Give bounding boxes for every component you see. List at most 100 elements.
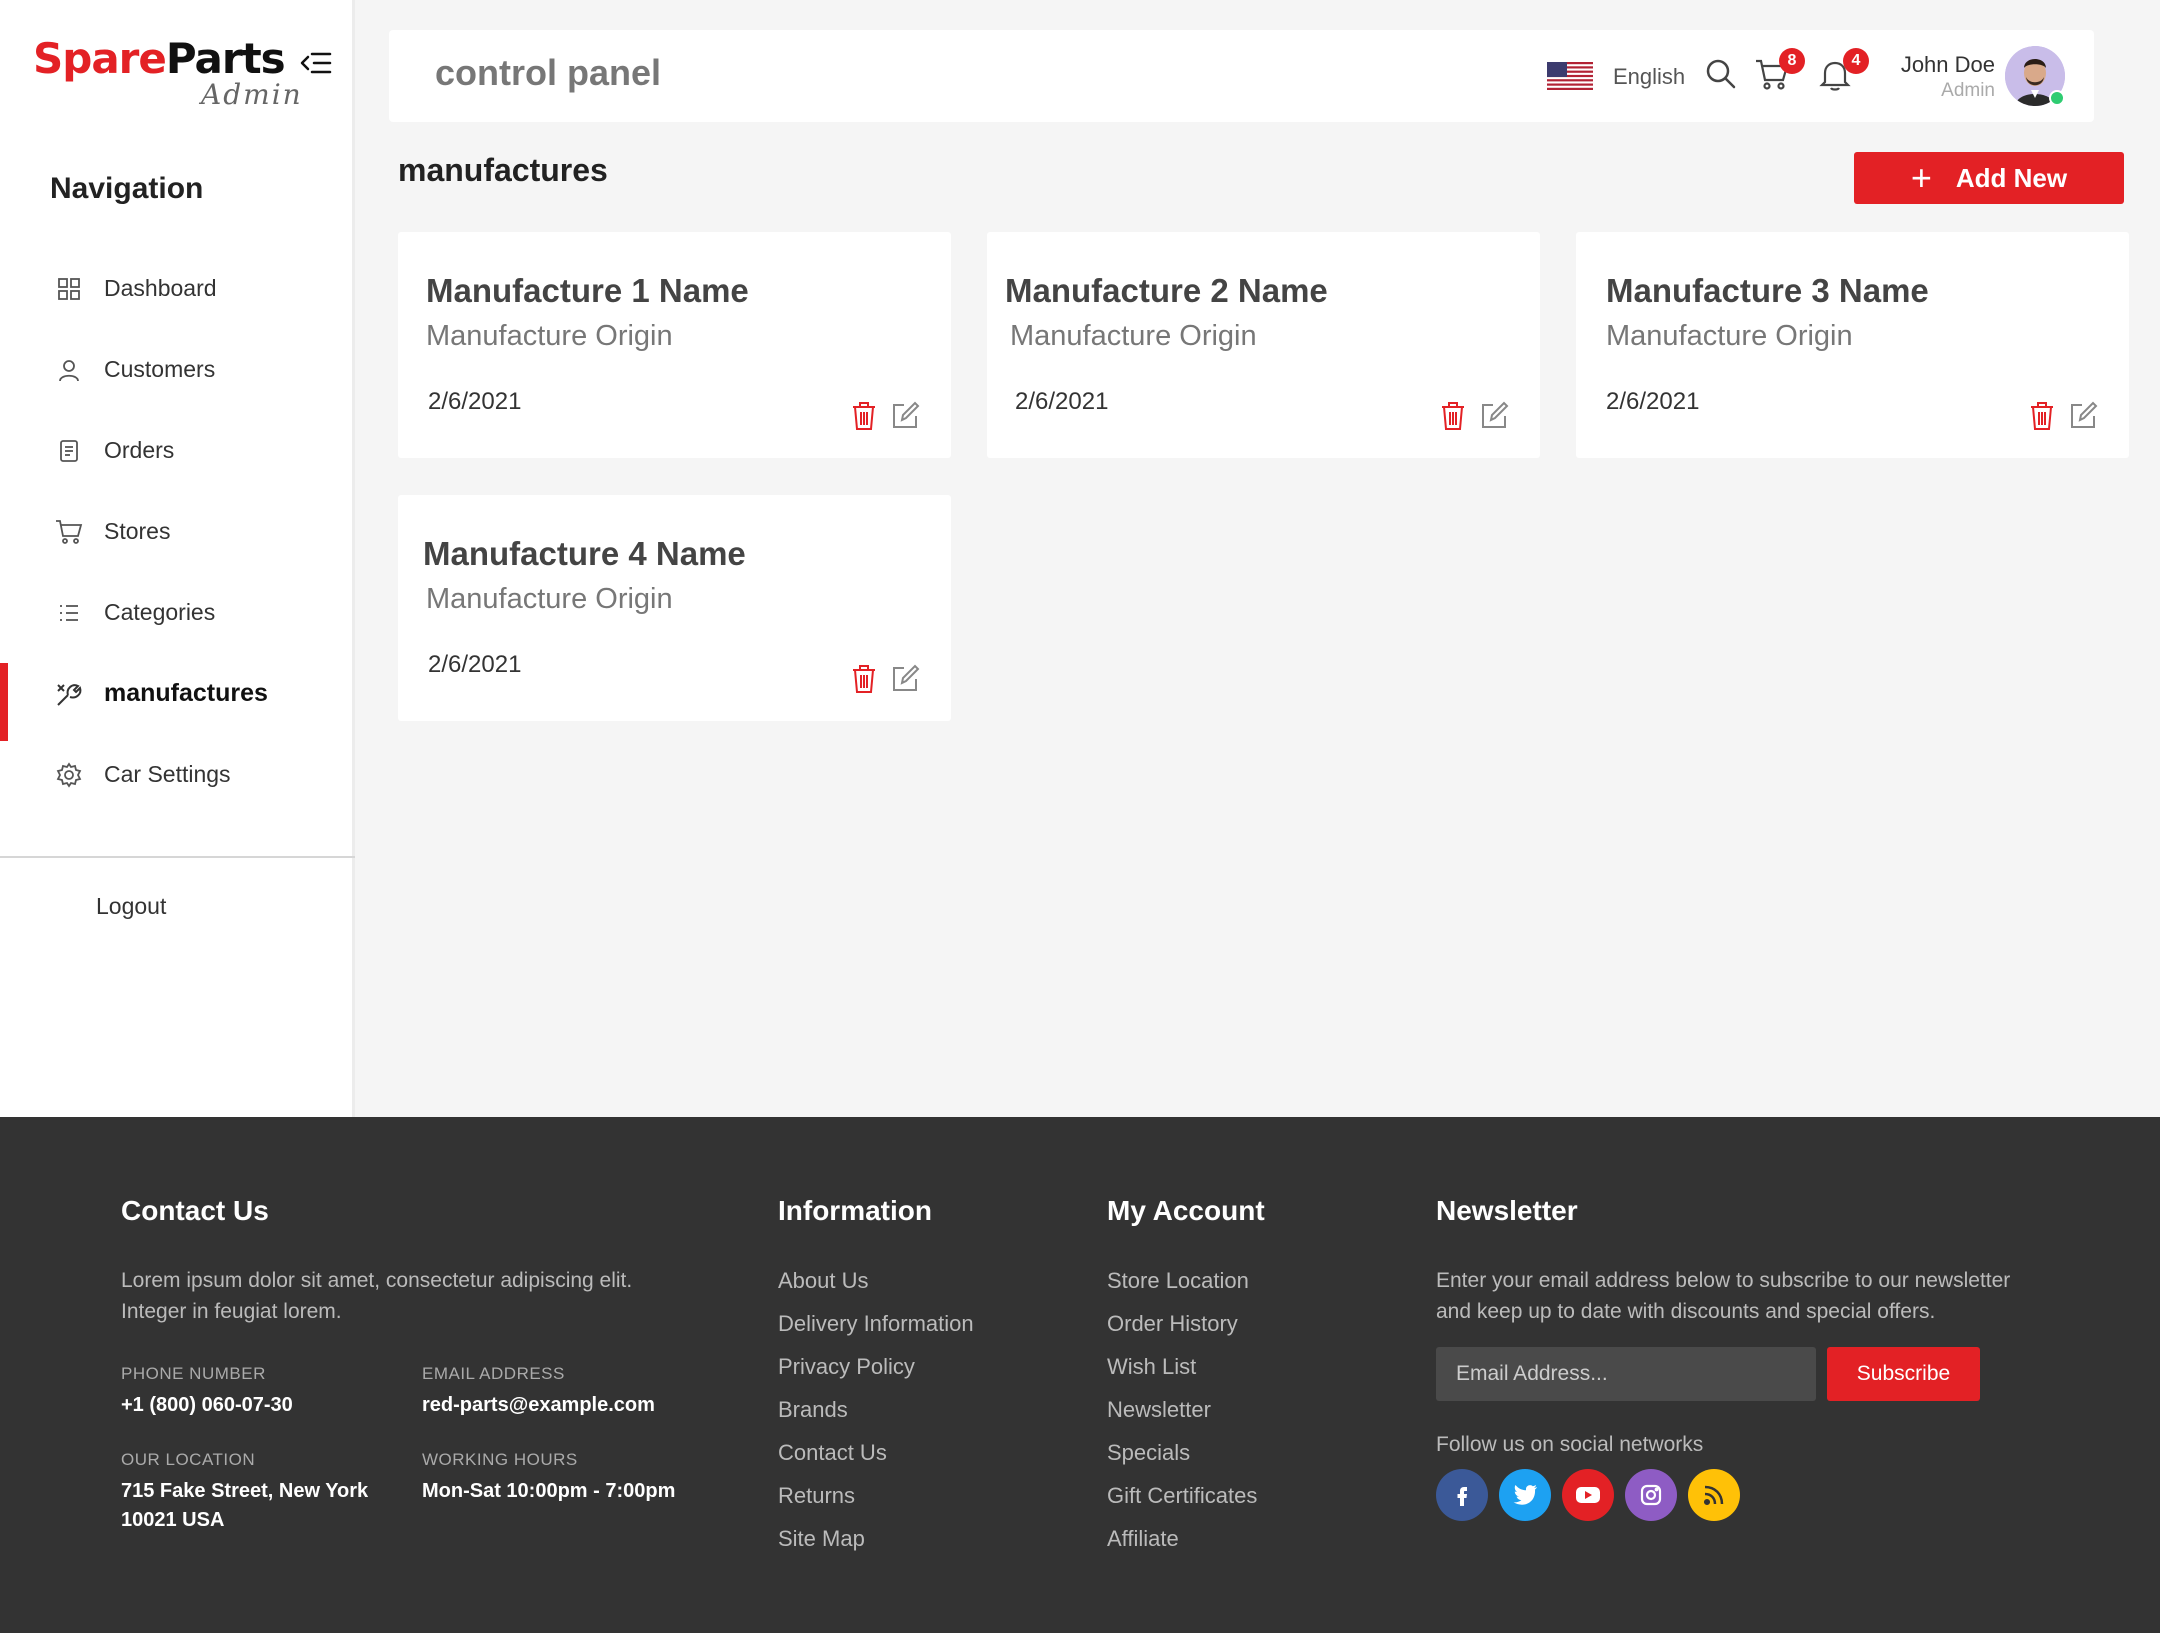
sidebar-item-label: Car Settings bbox=[104, 761, 231, 787]
youtube-icon[interactable] bbox=[1562, 1469, 1614, 1521]
footer-link[interactable]: Contact Us bbox=[778, 1437, 974, 1480]
sidebar-item-label: Stores bbox=[104, 518, 171, 544]
footer-account-links: Store Location Order History Wish List N… bbox=[1107, 1265, 1257, 1566]
subscribe-button[interactable]: Subscribe bbox=[1827, 1347, 1980, 1401]
gear-icon bbox=[54, 760, 84, 790]
sidebar-item-manufactures[interactable]: manufactures bbox=[0, 653, 352, 741]
nav-heading: Navigation bbox=[50, 172, 204, 205]
trash-icon[interactable] bbox=[850, 400, 880, 432]
sidebar-item-label: Customers bbox=[104, 356, 216, 382]
instagram-icon[interactable] bbox=[1625, 1469, 1677, 1521]
twitter-icon[interactable] bbox=[1499, 1469, 1551, 1521]
top-bar: control panel English 8 4 John Doe Admin bbox=[389, 30, 2094, 122]
add-new-button[interactable]: + Add New bbox=[1854, 152, 2124, 204]
footer-link[interactable]: About Us bbox=[778, 1265, 974, 1308]
manufacture-card: Manufacture 4 Name Manufacture Origin 2/… bbox=[398, 495, 951, 721]
page-header-title: control panel bbox=[435, 52, 662, 93]
footer-contact-text-line1: Lorem ipsum dolor sit amet, consectetur … bbox=[121, 1269, 633, 1292]
edit-icon[interactable] bbox=[890, 400, 920, 432]
trash-icon[interactable] bbox=[2028, 400, 2058, 432]
manufacture-card: Manufacture 2 Name Manufacture Origin 2/… bbox=[987, 232, 1540, 458]
footer-link[interactable]: Store Location bbox=[1107, 1265, 1257, 1308]
edit-icon[interactable] bbox=[1479, 400, 1509, 432]
manufacture-card: Manufacture 1 Name Manufacture Origin 2/… bbox=[398, 232, 951, 458]
manufacture-name: Manufacture 2 Name bbox=[1005, 272, 1328, 309]
location-line1: 715 Fake Street, New York bbox=[121, 1480, 369, 1502]
sidebar-item-label: Dashboard bbox=[104, 275, 217, 301]
facebook-icon[interactable] bbox=[1436, 1469, 1488, 1521]
menu-collapse-icon[interactable] bbox=[300, 50, 332, 76]
footer-link[interactable]: Delivery Information bbox=[778, 1308, 974, 1351]
trash-icon[interactable] bbox=[1439, 400, 1469, 432]
cart-icon bbox=[54, 517, 84, 547]
email-value[interactable]: red-parts@example.com bbox=[422, 1391, 655, 1420]
nav-list: Dashboard Customers Orders Stores Catego… bbox=[0, 248, 352, 815]
footer-information-links: About Us Delivery Information Privacy Po… bbox=[778, 1265, 974, 1566]
footer-link[interactable]: Specials bbox=[1107, 1437, 1257, 1480]
manufacture-origin: Manufacture Origin bbox=[426, 583, 673, 615]
brand-name-part1: Spare bbox=[33, 34, 167, 83]
sidebar-item-orders[interactable]: Orders bbox=[0, 410, 352, 491]
edit-icon[interactable] bbox=[890, 663, 920, 695]
user-icon bbox=[54, 355, 84, 385]
footer-link[interactable]: Newsletter bbox=[1107, 1394, 1257, 1437]
sidebar-item-label: Categories bbox=[104, 599, 216, 625]
sidebar-item-label: manufactures bbox=[104, 679, 268, 707]
brand-logo[interactable]: SpareParts Admin bbox=[33, 38, 301, 112]
footer-contact-text-line2: Integer in feugiat lorem. bbox=[121, 1300, 342, 1323]
rss-icon[interactable] bbox=[1688, 1469, 1740, 1521]
location-line2: 10021 USA bbox=[121, 1509, 225, 1531]
manufacture-origin: Manufacture Origin bbox=[426, 320, 673, 352]
footer-link[interactable]: Brands bbox=[778, 1394, 974, 1437]
hours-label: WORKING HOURS bbox=[422, 1450, 578, 1469]
email-label: EMAIL ADDRESS bbox=[422, 1364, 565, 1383]
add-new-label: Add New bbox=[1955, 162, 2068, 193]
logout-link[interactable]: Logout bbox=[96, 893, 166, 920]
search-icon[interactable] bbox=[1705, 58, 1741, 94]
plus-icon: + bbox=[1910, 157, 1932, 198]
manufacture-name: Manufacture 3 Name bbox=[1606, 272, 1929, 309]
footer-link[interactable]: Gift Certificates bbox=[1107, 1480, 1257, 1523]
newsletter-text-line2: and keep up to date with discounts and s… bbox=[1436, 1300, 1936, 1323]
document-icon bbox=[54, 436, 84, 466]
manufacture-name: Manufacture 1 Name bbox=[426, 272, 749, 309]
footer-link[interactable]: Privacy Policy bbox=[778, 1351, 974, 1394]
cart-button[interactable]: 8 bbox=[1755, 48, 1805, 94]
location-label: OUR LOCATION bbox=[121, 1450, 256, 1469]
footer-link[interactable]: Wish List bbox=[1107, 1351, 1257, 1394]
phone-label: PHONE NUMBER bbox=[121, 1364, 266, 1383]
newsletter-email-input[interactable] bbox=[1436, 1347, 1816, 1401]
tools-icon bbox=[54, 679, 84, 709]
cart-count-badge: 8 bbox=[1779, 48, 1805, 74]
us-flag-icon[interactable] bbox=[1547, 62, 1593, 90]
sidebar-item-stores[interactable]: Stores bbox=[0, 491, 352, 572]
footer-link[interactable]: Site Map bbox=[778, 1523, 974, 1566]
hours-value: Mon-Sat 10:00pm - 7:00pm bbox=[422, 1480, 676, 1502]
footer-newsletter-heading: Newsletter bbox=[1436, 1195, 1578, 1226]
sidebar-item-categories[interactable]: Categories bbox=[0, 572, 352, 653]
language-selector[interactable]: English bbox=[1613, 64, 1685, 90]
trash-icon[interactable] bbox=[850, 663, 880, 695]
brand-subtitle: Admin bbox=[201, 78, 303, 111]
user-name[interactable]: John Doe bbox=[1885, 52, 1995, 78]
footer-contact-heading: Contact Us bbox=[121, 1195, 269, 1226]
notifications-button[interactable]: 4 bbox=[1819, 48, 1869, 94]
sidebar-item-dashboard[interactable]: Dashboard bbox=[0, 248, 352, 329]
footer-link[interactable]: Returns bbox=[778, 1480, 974, 1523]
footer-information-heading: Information bbox=[778, 1195, 932, 1226]
manufacture-origin: Manufacture Origin bbox=[1010, 320, 1257, 352]
manufacture-date: 2/6/2021 bbox=[1606, 388, 1700, 415]
follow-text: Follow us on social networks bbox=[1436, 1433, 1704, 1456]
footer-link[interactable]: Order History bbox=[1107, 1308, 1257, 1351]
manufacture-date: 2/6/2021 bbox=[428, 651, 522, 678]
sidebar-item-customers[interactable]: Customers bbox=[0, 329, 352, 410]
manufacture-card: Manufacture 3 Name Manufacture Origin 2/… bbox=[1576, 232, 2129, 458]
footer-account-heading: My Account bbox=[1107, 1195, 1265, 1226]
footer: Contact Us Lorem ipsum dolor sit amet, c… bbox=[0, 1117, 2160, 1633]
user-role: Admin bbox=[1941, 80, 1995, 101]
phone-value[interactable]: +1 (800) 060-07-30 bbox=[121, 1391, 293, 1420]
edit-icon[interactable] bbox=[2068, 400, 2098, 432]
sidebar-item-car-settings[interactable]: Car Settings bbox=[0, 734, 352, 815]
footer-link[interactable]: Affiliate bbox=[1107, 1523, 1257, 1566]
sidebar-item-label: Orders bbox=[104, 437, 175, 463]
